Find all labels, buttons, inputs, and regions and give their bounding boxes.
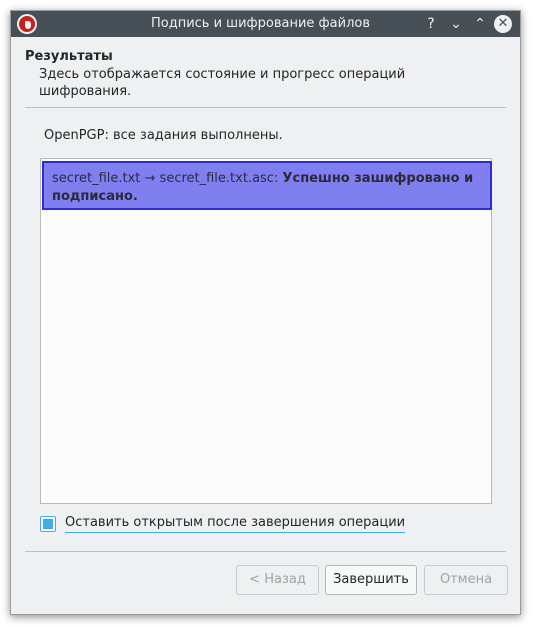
page-header: Результаты Здесь отображается состояние … xyxy=(25,49,505,100)
page-title: Результаты xyxy=(25,49,113,64)
status-text: OpenPGP: все задания выполнены. xyxy=(44,128,283,143)
maximize-icon[interactable]: ⌃ xyxy=(471,15,489,33)
keep-open-checkbox[interactable] xyxy=(40,516,56,532)
finish-button[interactable]: Завершить xyxy=(325,565,417,595)
back-button[interactable]: < Назад xyxy=(236,565,319,595)
window-title: Подпись и шифрование файлов xyxy=(150,16,370,31)
list-item[interactable]: secret_file.txt → secret_file.txt.asc: У… xyxy=(42,161,492,210)
footer-divider xyxy=(25,551,506,552)
dialog-window: Подпись и шифрование файлов ? ⌄ ⌃ ✕ Резу… xyxy=(10,10,521,615)
checkbox-checked-indicator xyxy=(43,519,53,529)
cancel-button[interactable]: Отмена xyxy=(424,565,508,595)
help-icon[interactable]: ? xyxy=(422,15,440,33)
header-divider xyxy=(25,107,506,108)
results-list[interactable]: secret_file.txt → secret_file.txt.asc: У… xyxy=(40,158,492,504)
keep-open-label[interactable]: Оставить открытым после завершения опера… xyxy=(65,515,406,533)
page-subtitle: Здесь отображается состояние и прогресс … xyxy=(39,67,406,99)
list-item-files: secret_file.txt → secret_file.txt.asc: xyxy=(52,171,283,186)
close-icon[interactable]: ✕ xyxy=(494,15,512,33)
title-bar[interactable]: Подпись и шифрование файлов ? ⌄ ⌃ ✕ xyxy=(11,11,520,37)
minimize-icon[interactable]: ⌄ xyxy=(447,15,465,33)
dialog-content: Результаты Здесь отображается состояние … xyxy=(11,37,520,614)
